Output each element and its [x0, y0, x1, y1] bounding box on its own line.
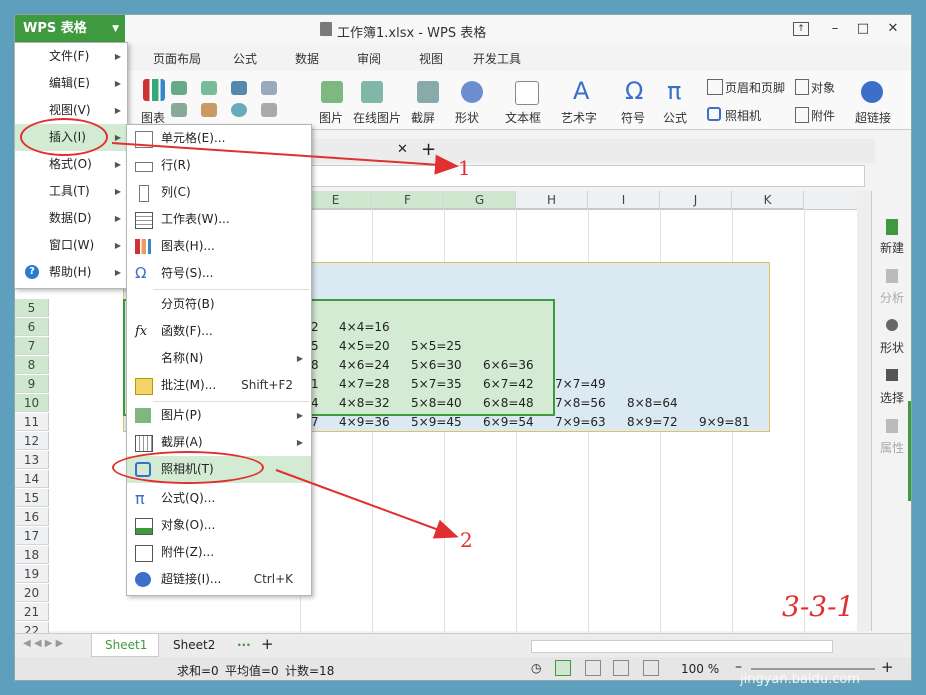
- watermark-step-label: 3-3-1: [782, 590, 855, 623]
- annotation-number-2: 2: [460, 528, 473, 552]
- watermark-site: jingyan.baidu.com: [740, 672, 860, 687]
- annotation-arrow-2: [275, 469, 459, 539]
- annotation-arrow-1: [111, 142, 459, 175]
- annotation-number-1: 1: [458, 156, 471, 180]
